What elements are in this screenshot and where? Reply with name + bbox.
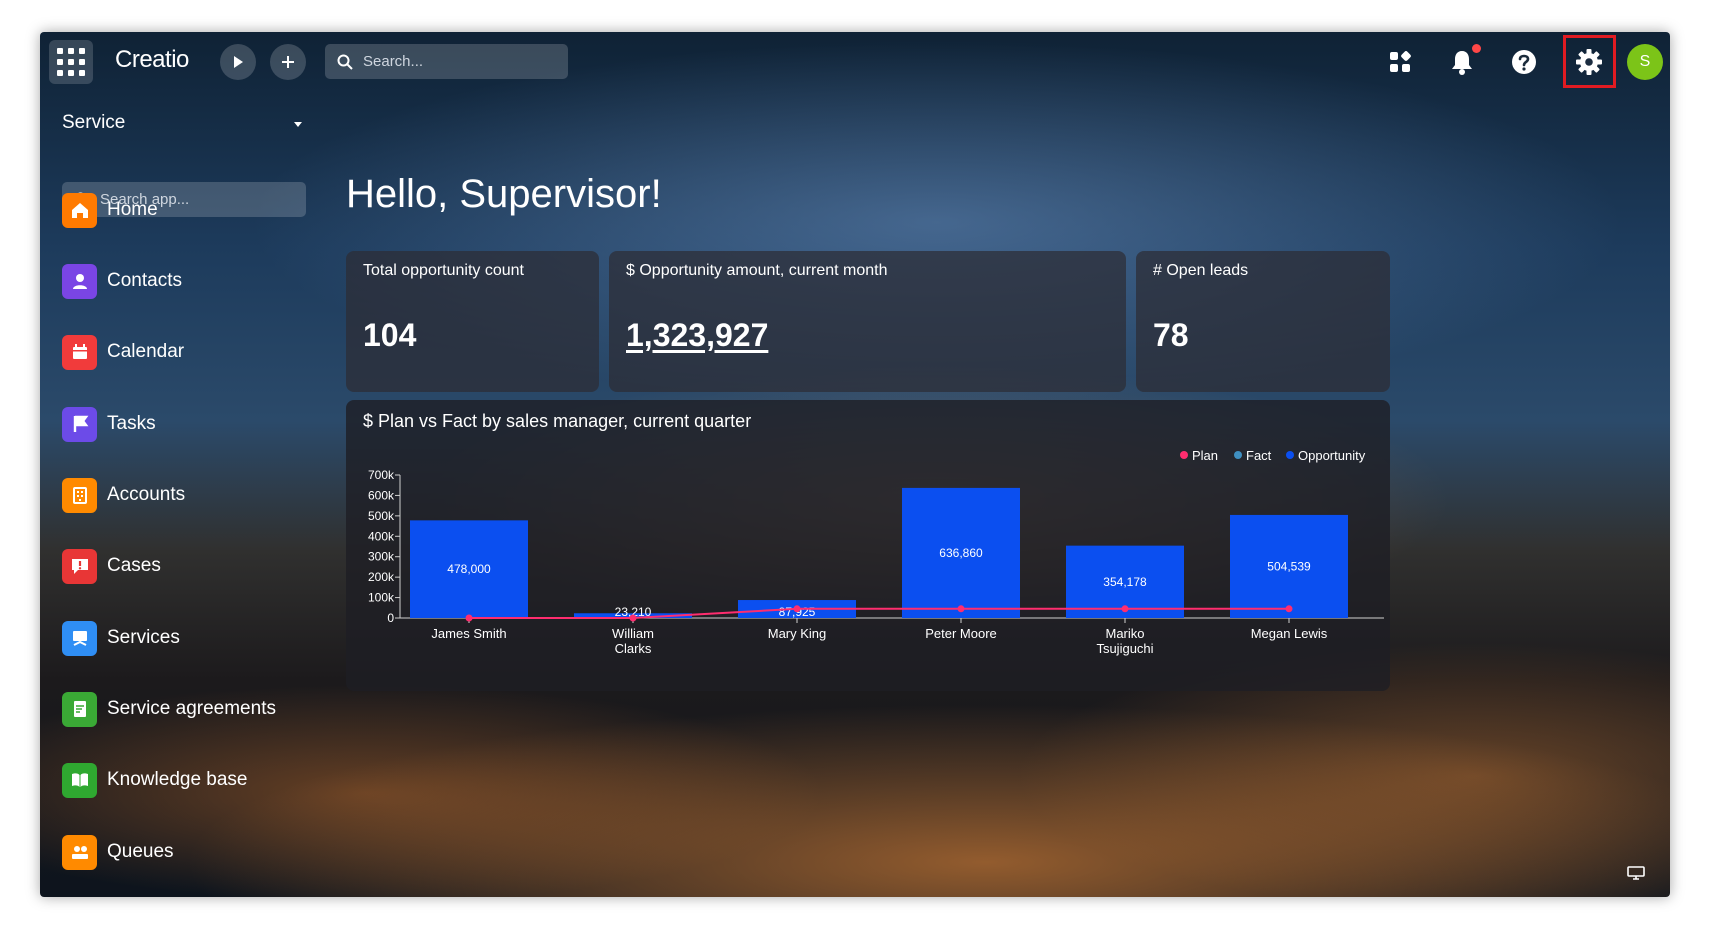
play-icon: [234, 56, 243, 68]
x-tick-label: Clarks: [615, 641, 652, 656]
legend-label[interactable]: Fact: [1246, 448, 1272, 463]
agreement-icon: [62, 691, 97, 727]
chevron-down-icon: [294, 122, 302, 127]
service-icon: [62, 620, 97, 656]
chart-canvas: 0 100k 200k 300k 400k 500k 600k 700k 478,000 Jame…: [368, 448, 1384, 656]
sidebar-item-label: Services: [107, 627, 180, 648]
y-tick-label: 700k: [368, 468, 395, 482]
y-tick-label: 400k: [368, 529, 395, 543]
greeting-title: Hello, Supervisor!: [346, 172, 662, 216]
y-tick-label: 300k: [368, 550, 395, 564]
calendar-icon: [62, 334, 97, 370]
sidebar-item-label: Cases: [107, 555, 161, 576]
notification-badge: [1472, 44, 1481, 53]
x-tick-label: Mary King: [768, 626, 827, 641]
legend-label[interactable]: Plan: [1192, 448, 1218, 463]
plan-point[interactable]: [465, 614, 473, 622]
add-button[interactable]: [270, 44, 306, 80]
search-placeholder: Search...: [363, 53, 424, 70]
sidebar-item-queues[interactable]: Queues: [62, 834, 174, 870]
data-label: 636,860: [939, 546, 983, 560]
sidebar-item-home[interactable]: Home: [62, 192, 158, 228]
sidebar-item-label: Queues: [107, 841, 174, 862]
workspace-label: Service: [62, 112, 126, 133]
help-icon: [1512, 50, 1536, 74]
sidebar-item-label: Accounts: [107, 484, 186, 505]
sidebar-item-label: Calendar: [107, 341, 185, 362]
apps-grid-button[interactable]: [1383, 45, 1417, 79]
app-launcher-icon[interactable]: [49, 40, 93, 84]
sidebar-item-label: Knowledge base: [107, 769, 248, 790]
x-tick-label: Tsujiguchi: [1096, 641, 1153, 656]
plan-point[interactable]: [1285, 605, 1293, 613]
x-tick-label: Megan Lewis: [1251, 626, 1328, 641]
sidebar-item-contacts[interactable]: Contacts: [62, 263, 182, 299]
sidebar-item-label: Home: [107, 199, 158, 220]
card-value: 104: [363, 317, 417, 353]
queue-icon: [62, 834, 97, 870]
book-icon: [62, 762, 97, 798]
monitor-icon: [1627, 866, 1645, 880]
sidebar: Service Search app... Home Contacts Calend…: [40, 92, 310, 897]
sidebar-item-tasks[interactable]: Tasks: [62, 406, 156, 442]
run-process-button[interactable]: [220, 44, 256, 80]
x-tick-label: William: [612, 626, 654, 641]
legend-marker: [1234, 451, 1242, 459]
y-tick-label: 500k: [368, 509, 395, 523]
plan-point[interactable]: [1121, 605, 1129, 613]
data-label: 504,539: [1267, 559, 1311, 573]
sidebar-item-label: Service agreements: [107, 698, 276, 719]
global-search-input[interactable]: Search...: [325, 44, 568, 79]
bell-icon: [1452, 51, 1472, 75]
x-tick-label: Mariko: [1105, 626, 1144, 641]
person-icon: [62, 263, 97, 299]
y-tick-label: 600k: [368, 488, 395, 502]
flag-icon: [62, 406, 97, 442]
open-leads-card[interactable]: # Open leads 78: [1136, 251, 1390, 392]
sidebar-item-cases[interactable]: Cases: [62, 548, 161, 584]
y-tick-label: 100k: [368, 591, 395, 605]
sidebar-item-knowledge-base[interactable]: Knowledge base: [62, 762, 248, 798]
sidebar-item-service-agreements[interactable]: Service agreements: [62, 691, 276, 727]
data-label: 478,000: [447, 562, 491, 576]
sidebar-item-accounts[interactable]: Accounts: [62, 477, 185, 513]
feedback-icon[interactable]: [1627, 866, 1645, 880]
sidebar-item-label: Tasks: [107, 413, 156, 434]
x-tick-label: James Smith: [431, 626, 506, 641]
y-tick-label: 0: [387, 611, 394, 625]
card-value: 78: [1153, 317, 1189, 353]
home-icon: [62, 192, 97, 228]
building-icon: [62, 477, 97, 513]
sidebar-item-calendar[interactable]: Calendar: [62, 334, 184, 370]
card-title: # Open leads: [1153, 262, 1249, 279]
plan-vs-fact-chart: $ Plan vs Fact by sales manager, current…: [346, 400, 1390, 691]
opportunity-amount-card[interactable]: $ Opportunity amount, current month 1,32…: [609, 251, 1126, 392]
case-alert-icon: [62, 548, 97, 584]
plan-point[interactable]: [793, 605, 801, 613]
plan-point[interactable]: [629, 614, 637, 622]
legend-marker: [1286, 451, 1294, 459]
workspace-select[interactable]: Service: [62, 112, 302, 136]
card-title: Total opportunity count: [363, 262, 524, 279]
total-opportunity-count-card[interactable]: Total opportunity count 104: [346, 251, 599, 392]
search-icon: [337, 54, 353, 70]
user-avatar[interactable]: S: [1627, 44, 1663, 80]
x-tick-label: Peter Moore: [925, 626, 997, 641]
plan-point[interactable]: [957, 605, 965, 613]
creatio-logo[interactable]: Creatio: [115, 46, 189, 74]
plus-icon: [282, 56, 294, 68]
legend-label[interactable]: Opportunity: [1298, 448, 1366, 463]
card-title: $ Opportunity amount, current month: [626, 262, 888, 279]
sidebar-item-services[interactable]: Services: [62, 620, 180, 656]
data-label: 354,178: [1103, 575, 1147, 589]
top-bar: Creatio Search... S: [40, 32, 1670, 92]
help-button[interactable]: [1507, 45, 1541, 79]
settings-highlight-box: [1563, 35, 1616, 88]
card-value-link[interactable]: 1,323,927: [626, 317, 768, 354]
grid-icon: [1390, 51, 1411, 72]
legend-marker: [1180, 451, 1188, 459]
sidebar-item-label: Contacts: [107, 270, 182, 291]
y-tick-label: 200k: [368, 570, 395, 584]
app-window: Creatio Search... S Service Search app..…: [40, 32, 1670, 897]
